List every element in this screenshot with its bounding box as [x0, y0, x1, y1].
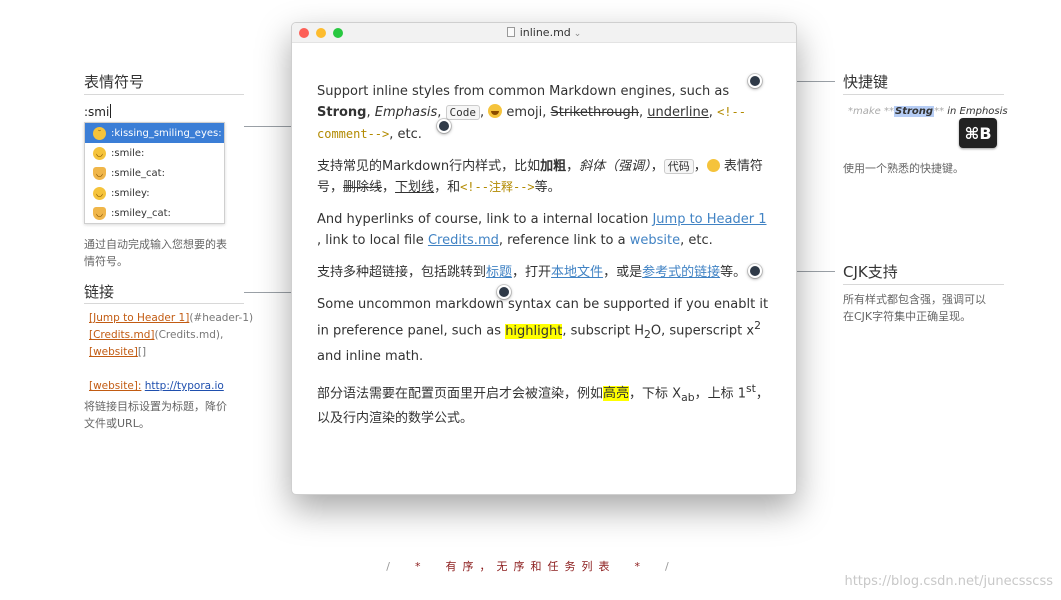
autocomplete-item[interactable]: ◡:smiley_cat:: [85, 203, 224, 223]
link-reference[interactable]: 参考式的链接: [642, 265, 720, 280]
cjk-section-title: CJK支持: [843, 263, 898, 281]
smile-emoji-icon: ◡: [93, 146, 106, 160]
link-website[interactable]: website: [630, 233, 680, 248]
paragraph-extended-syntax-en: Some uncommon markdown syntax can be sup…: [317, 297, 769, 364]
paragraph-hyperlinks-en: And hyperlinks of course, link to a inte…: [317, 211, 767, 249]
shortcut-section-rule: [843, 94, 1004, 95]
chevron-down-icon: ⌄: [573, 29, 582, 39]
highlight-text: highlight: [505, 323, 563, 339]
link-syntax-example: [Jump to Header 1](#header-1) [Credits.m…: [89, 312, 254, 392]
emoji-typed-input[interactable]: :smi: [84, 104, 112, 119]
cjk-section-description: 所有样式都包含强，强调可以 在CJK字符集中正确呈现。: [843, 293, 986, 323]
window-titlebar[interactable]: inline.md ⌄: [292, 23, 796, 43]
links-callout-marker: [497, 285, 511, 299]
autocomplete-item[interactable]: ◡:smile_cat:: [85, 163, 224, 183]
emoji-autocomplete-popup: ˘:kissing_smiling_eyes: ◡:smile: ◡:smile…: [84, 122, 225, 224]
shortcut-example-line: *make **Strong** in Emphosis: [848, 106, 1008, 117]
markdown-file-icon: [506, 27, 515, 37]
autocomplete-item[interactable]: ˘:kissing_smiling_eyes:: [85, 123, 224, 143]
emoji-section-title: 表情符号: [84, 73, 145, 91]
link-credits-file[interactable]: Credits.md: [428, 233, 499, 248]
paragraph-extended-syntax-zh: 部分语法需要在配置页面里开启才会被渲染，例如高亮，下标 Xab，上标 1st，以…: [317, 381, 769, 426]
highlight-text: 高亮: [603, 385, 630, 401]
smile-emoji-icon: [488, 104, 503, 119]
cjk-callout-marker: [748, 264, 762, 278]
smile-cat-emoji-icon: ◡: [93, 166, 106, 180]
link-local-file[interactable]: 本地文件: [551, 265, 603, 280]
emoji-section-rule: [84, 94, 244, 95]
smiley-cat-emoji-icon: ◡: [93, 206, 106, 220]
section-footer-caption: / * 有序，无序和任务列表 * /: [386, 560, 675, 573]
autocomplete-item[interactable]: ◡:smile:: [85, 143, 224, 163]
kissing-emoji-icon: [706, 158, 720, 172]
window-title[interactable]: inline.md ⌄: [292, 26, 796, 39]
inline-code: Code: [445, 105, 481, 121]
smiley-emoji-icon: ◡: [93, 186, 106, 200]
emoji-callout-marker: [437, 119, 451, 133]
emoji-typed-text: :smi: [84, 105, 110, 119]
shortcut-callout-marker: [748, 74, 762, 88]
shortcut-section-description: 使用一个熟悉的快捷键。: [843, 162, 964, 175]
emoji-section-description: 通过自动完成输入您想要的表 情符号。: [84, 238, 227, 268]
autocomplete-item[interactable]: ◡:smiley:: [85, 183, 224, 203]
kissing-smiling-eyes-emoji-icon: ˘: [93, 126, 106, 140]
links-section-title: 链接: [84, 283, 115, 301]
links-section-description: 将链接目标设置为标题，降价 文件或URL。: [84, 400, 227, 430]
link-heading[interactable]: 标题: [486, 265, 512, 280]
html-comment: <!--注释-->: [460, 179, 535, 194]
paragraph-inline-styles-zh: 支持常见的Markdown行内样式，比如加粗，斜体（强调）， 代码， 表情符号，删…: [317, 158, 763, 195]
editor-window: inline.md ⌄ Support inline styles from co…: [291, 22, 797, 495]
paragraph-inline-styles-en: Support inline styles from common Markdo…: [317, 84, 746, 142]
watermark-url: https://blog.csdn.net/junecsscss: [844, 574, 1053, 589]
editor-content[interactable]: Support inline styles from common Markdo…: [317, 81, 772, 440]
links-section-rule: [84, 303, 244, 304]
cmd-b-key-badge: ⌘B: [959, 118, 997, 148]
shortcut-section-title: 快捷键: [843, 73, 889, 91]
text-caret: [110, 104, 112, 118]
inline-code: 代码: [663, 158, 694, 174]
link-jump-to-header[interactable]: Jump to Header 1: [652, 212, 766, 227]
cjk-section-rule: [843, 284, 1004, 285]
paragraph-hyperlinks-zh: 支持多种超链接，包括跳转到标题，打开本地文件，或是参考式的链接等。: [317, 265, 747, 281]
